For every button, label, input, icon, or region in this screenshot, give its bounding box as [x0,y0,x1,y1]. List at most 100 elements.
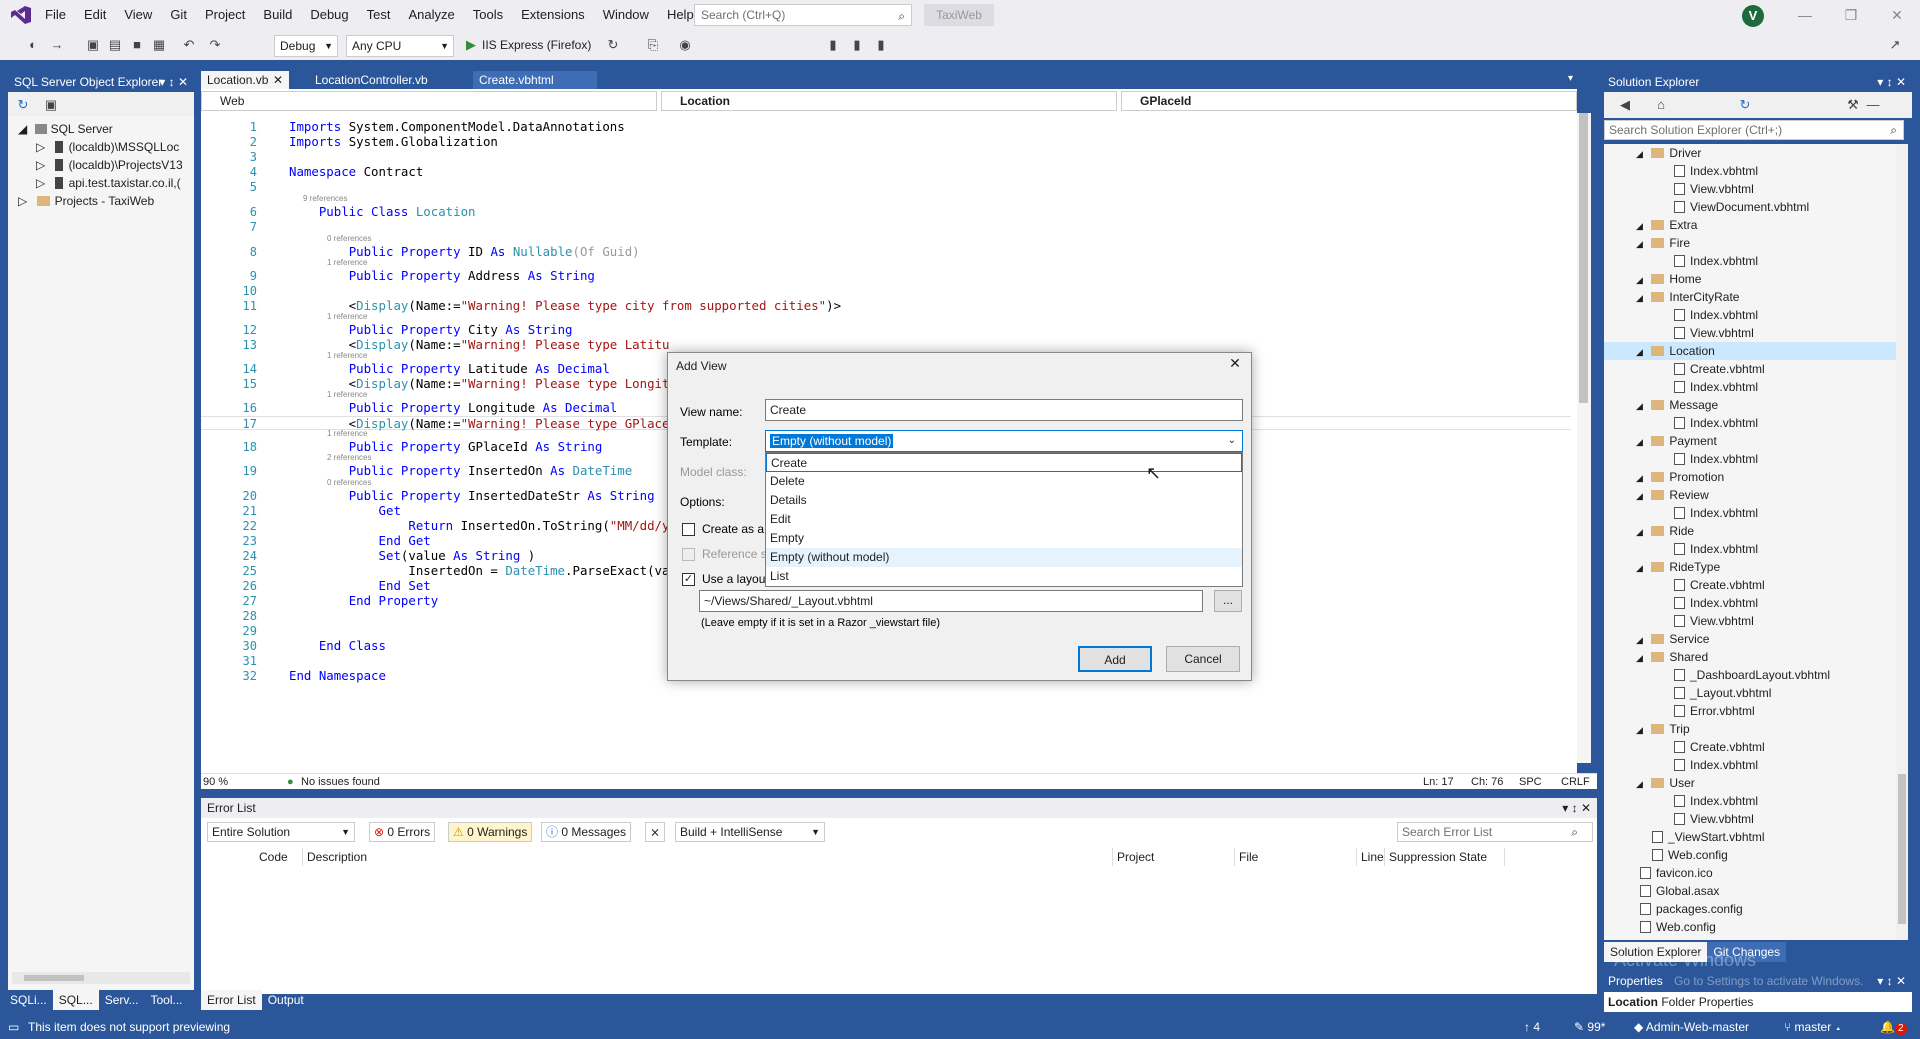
new-project-icon[interactable]: ▣ [84,36,102,54]
tree-file[interactable]: Create.vbhtml [1604,738,1896,756]
class-nav-dropdown[interactable]: Location [661,91,1117,111]
expand-icon[interactable]: ◢ [1636,725,1645,735]
create-partial-checkbox[interactable] [682,523,695,536]
add-button[interactable]: Add [1078,646,1152,672]
code-line[interactable]: 1 Imports System.ComponentModel.DataAnnot… [201,120,1571,135]
tree-file[interactable]: Index.vbhtml [1604,414,1896,432]
menu-test[interactable]: Test [358,0,400,30]
back-icon[interactable]: ◐ [24,36,42,54]
arrow-up-icon[interactable]: ↑ 4 [1524,1016,1540,1039]
run-target-button[interactable]: IIS Express (Firefox) [482,38,591,52]
expand-icon[interactable]: ◢ [1636,491,1645,501]
column-header[interactable]: Suppression State [1385,848,1505,866]
menu-debug[interactable]: Debug [301,0,357,30]
issues-status[interactable]: No issues found [301,776,380,788]
properties-object-select[interactable]: Location Folder Properties [1604,992,1912,1012]
tree-folder[interactable]: ◢ Driver [1604,144,1896,162]
tree-folder[interactable]: ◢ Trip [1604,720,1896,738]
reference-count[interactable]: 0 references [327,478,371,487]
preview-icon[interactable]: — [1864,96,1882,114]
template-option[interactable]: Empty (without model) [766,548,1242,567]
add-server-icon[interactable]: ▣ [42,96,60,114]
menu-extensions[interactable]: Extensions [512,0,594,30]
tree-item-projects[interactable]: ▷ Projects - TaxiWeb [18,192,154,210]
tree-file[interactable]: _DashboardLayout.vbhtml [1604,666,1896,684]
tab-error-list[interactable]: Error List [201,990,262,1010]
menu-build[interactable]: Build [254,0,301,30]
tree-file[interactable]: Web.config [1604,918,1896,936]
repo-button[interactable]: ◆ Admin-Web-master [1634,1016,1749,1039]
pencil-icon[interactable]: ✎ 99* [1574,1016,1605,1039]
menu-edit[interactable]: Edit [75,0,115,30]
tree-folder[interactable]: ◢ User [1604,774,1896,792]
tree-file[interactable]: Error.vbhtml [1604,702,1896,720]
error-search-input[interactable]: Search Error List ⌕ [1397,822,1593,842]
tree-file[interactable]: Global.asax [1604,882,1896,900]
reference-count[interactable]: 2 references [327,453,371,462]
tree-file[interactable]: Index.vbhtml [1604,504,1896,522]
solution-search-input[interactable]: Search Solution Explorer (Ctrl+;) ⌕ [1604,120,1904,140]
bookmark-icon[interactable]: ▮ [824,36,842,54]
reference-count[interactable]: 0 references [327,234,371,243]
build-select[interactable]: Build + IntelliSense ▼ [675,822,825,842]
vertical-scrollbar[interactable] [1577,113,1591,763]
template-option[interactable]: Edit [766,510,1242,529]
restore-icon[interactable]: ❐ [1828,0,1874,30]
column-header[interactable]: Project [1113,848,1235,866]
tab-sqli[interactable]: SQLi... [4,990,53,1010]
camera-icon[interactable]: ◉ [676,36,694,54]
template-option[interactable]: Empty [766,529,1242,548]
template-option[interactable]: Details [766,491,1242,510]
menu-view[interactable]: View [115,0,161,30]
tab-toolbox[interactable]: Tool... [145,990,189,1010]
tree-item-localdb[interactable]: ▷ (localdb)\MSSQLLoc [36,138,179,156]
platform-select[interactable]: Any CPU ▼ [346,35,454,57]
tree-item-projectsv13[interactable]: ▷ (localdb)\ProjectsV13 [36,156,183,174]
refresh-icon[interactable]: ↻ [1736,96,1754,114]
expand-icon[interactable]: ◢ [1636,401,1645,411]
cancel-button[interactable]: Cancel [1166,646,1240,672]
expand-icon[interactable]: ◢ [1636,239,1645,249]
tree-folder[interactable]: ◢ Message [1604,396,1896,414]
save-icon[interactable]: ■ [128,36,146,54]
expand-icon[interactable]: ◢ [1636,635,1645,645]
tab-output[interactable]: Output [262,990,310,1010]
notifications-icon[interactable]: 🔔 2 [1880,1016,1907,1039]
tree-folder[interactable]: ◢ Location [1604,342,1896,360]
template-option[interactable]: List [766,567,1242,586]
browse-button[interactable]: ... [1214,590,1242,612]
tree-folder[interactable]: ◢ Shared [1604,648,1896,666]
code-line[interactable]: 3 [201,150,1571,164]
next-bookmark-icon[interactable]: ▮ [872,36,890,54]
config-select[interactable]: Debug ▼ [274,35,338,57]
tree-folder[interactable]: ◢ Service [1604,630,1896,648]
template-option[interactable]: Delete [766,472,1242,491]
code-line[interactable]: 11 <Display(Name:="Warning! Please type … [201,299,1571,314]
tab-location-controller[interactable]: LocationController.vb [309,71,469,89]
menu-tools[interactable]: Tools [464,0,512,30]
tree-item-api-server[interactable]: ▷ api.test.taxistar.co.il,( [36,174,181,192]
use-layout-checkbox[interactable]: ✓ [682,573,695,586]
tab-location-vb[interactable]: Location.vb ✕ [201,71,289,89]
live-share-icon[interactable]: ↗ [1886,36,1904,54]
tree-file[interactable]: Index.vbhtml [1604,792,1896,810]
code-line[interactable]: 9 Public Property Address As String [201,269,1571,284]
expand-icon[interactable]: ◢ [1636,437,1645,447]
view-name-input[interactable]: Create [765,399,1243,421]
reference-count[interactable]: 1 reference [327,351,367,360]
minimize-icon[interactable]: — [1782,0,1828,30]
project-nav-dropdown[interactable]: Web [201,91,657,111]
tree-file[interactable]: _Layout.vbhtml [1604,684,1896,702]
tree-file[interactable]: Index.vbhtml [1604,252,1896,270]
reference-count[interactable]: 1 reference [327,312,367,321]
tree-file[interactable]: ViewDocument.vbhtml [1604,198,1896,216]
template-option[interactable]: Create [766,453,1242,472]
column-header[interactable]: File [1235,848,1357,866]
filter-icon[interactable]: ⨯ [645,822,665,842]
reference-count[interactable]: 1 reference [327,390,367,399]
tree-folder[interactable]: ◢ InterCityRate [1604,288,1896,306]
reference-count[interactable]: 9 references [303,194,347,203]
messages-filter[interactable]: ⓘ 0 Messages [541,822,632,842]
tree-folder[interactable]: ◢ Fire [1604,234,1896,252]
tree-file[interactable]: Create.vbhtml [1604,360,1896,378]
